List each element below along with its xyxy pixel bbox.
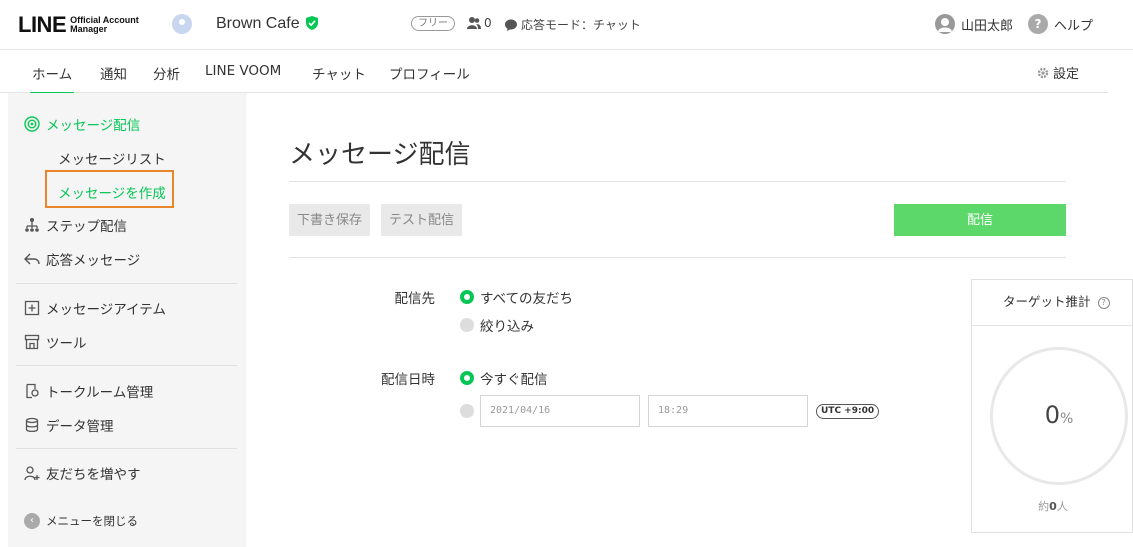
- radio-all-friends[interactable]: すべての友だち: [460, 287, 573, 307]
- target-count: 約0人: [972, 498, 1133, 514]
- radio-checked[interactable]: [460, 290, 474, 304]
- shop-icon: [24, 334, 40, 350]
- tab-profile[interactable]: プロフィール: [389, 63, 470, 83]
- gear-icon: [1037, 67, 1049, 78]
- highlight-frame: [45, 170, 174, 208]
- logo-line-text: LINE: [18, 12, 67, 37]
- sidebar-item-add-friends[interactable]: 友だちを増やす: [24, 463, 141, 483]
- target-percent-value: 0: [1044, 401, 1060, 429]
- page-title: メッセージ配信: [289, 140, 471, 170]
- radio-checked[interactable]: [460, 371, 474, 385]
- target-estimate-header: ターゲット推計 ?: [972, 280, 1133, 326]
- close-menu-button[interactable]: ‹ メニューを閉じる: [24, 513, 138, 529]
- settings-link[interactable]: 設定: [1037, 63, 1079, 82]
- broadcast-icon: [24, 116, 40, 132]
- top-bar: LINE Official Account Manager Brown Cafe…: [0, 0, 1133, 50]
- sidebar-item-label: ステップ配信: [46, 219, 127, 235]
- help-question-icon: ?: [1028, 14, 1048, 34]
- radio-schedule[interactable]: [460, 404, 474, 418]
- tab-home[interactable]: ホーム: [30, 63, 75, 95]
- datetime-label: 配信日時: [381, 372, 435, 388]
- sidebar-divider: [16, 283, 237, 284]
- tab-analytics[interactable]: 分析: [153, 63, 180, 83]
- target-count-prefix: 約: [1038, 500, 1050, 513]
- step-tree-icon: [25, 218, 39, 232]
- target-count-value: 0: [1049, 500, 1057, 513]
- response-mode-label: 応答モード：チャット: [521, 18, 641, 32]
- user-name: 山田太郎: [961, 18, 1014, 34]
- account-avatar[interactable]: [172, 14, 192, 34]
- add-friend-icon: [24, 466, 40, 481]
- add-box-icon: [24, 300, 40, 316]
- radio-label: すべての友だち: [480, 291, 574, 307]
- sidebar-item-label: 友だちを増やす: [46, 467, 141, 483]
- talkroom-icon: [26, 383, 39, 399]
- target-percent: 0%: [993, 401, 1125, 429]
- verified-shield-icon: [306, 16, 318, 30]
- sidebar-item-tools[interactable]: ツール: [24, 332, 87, 352]
- sidebar-divider: [16, 365, 237, 366]
- sidebar-sub-message-list[interactable]: メッセージリスト: [58, 148, 166, 168]
- sidebar-item-talkroom[interactable]: トークルーム管理: [24, 381, 153, 401]
- logo-sub-line-2: Manager: [70, 24, 108, 34]
- target-estimate-title: ターゲット推計: [1003, 294, 1091, 309]
- sidebar-item-message-items[interactable]: メッセージアイテム: [24, 298, 166, 318]
- user-menu[interactable]: 山田太郎: [935, 14, 1013, 34]
- tab-line-voom[interactable]: LINE VOOM: [205, 63, 281, 79]
- test-send-button[interactable]: テスト配信: [381, 204, 463, 236]
- target-count-unit: 人: [1056, 500, 1068, 513]
- recipient-label: 配信先: [394, 291, 436, 307]
- sidebar: メッセージ配信 メッセージリスト メッセージを作成 ステップ配信 応答メッセージ…: [8, 93, 246, 547]
- target-percent-unit: %: [1059, 411, 1074, 427]
- target-gauge: 0%: [990, 347, 1128, 485]
- timezone-badge: UTC +9:00: [816, 404, 880, 419]
- friends-count: 0: [467, 16, 492, 30]
- sidebar-item-step[interactable]: ステップ配信: [24, 215, 127, 235]
- date-input[interactable]: 2021/04/16: [480, 395, 640, 427]
- sidebar-divider: [16, 448, 237, 449]
- main-nav: ホーム 通知 分析 LINE VOOM チャット プロフィール 設定: [0, 51, 1108, 95]
- send-button[interactable]: 配信: [894, 204, 1066, 236]
- close-menu-label: メニューを閉じる: [46, 514, 138, 528]
- chat-bubble-icon: [505, 19, 517, 31]
- account-name[interactable]: Brown Cafe: [216, 15, 300, 33]
- sidebar-item-auto-reply[interactable]: 応答メッセージ: [24, 249, 140, 269]
- sidebar-item-label: 応答メッセージ: [46, 253, 141, 269]
- radio-filter[interactable]: 絞り込み: [460, 315, 534, 335]
- section-divider: [289, 257, 1066, 258]
- tab-notifications[interactable]: 通知: [100, 63, 127, 83]
- sidebar-item-label: データ管理: [46, 419, 114, 435]
- time-input[interactable]: 18:29: [648, 395, 808, 427]
- sidebar-item-data[interactable]: データ管理: [24, 415, 114, 435]
- chevron-left-icon: ‹: [24, 513, 40, 529]
- sidebar-item-label: トークルーム管理: [46, 385, 154, 401]
- line-oa-logo[interactable]: LINE Official Account Manager: [18, 12, 139, 38]
- radio-unchecked[interactable]: [460, 404, 474, 418]
- sidebar-item-broadcast[interactable]: メッセージ配信: [24, 114, 140, 134]
- radio-label: 今すぐ配信: [480, 372, 548, 388]
- friends-count-value: 0: [484, 16, 492, 30]
- info-icon[interactable]: ?: [1097, 296, 1110, 309]
- radio-label: 絞り込み: [480, 319, 534, 335]
- logo-subtitle: Official Account Manager: [70, 16, 139, 34]
- user-avatar-icon: [935, 14, 955, 34]
- target-estimate-card: ターゲット推計 ? 0% 約0人: [971, 279, 1133, 533]
- plan-badge: フリー: [411, 16, 455, 31]
- response-mode[interactable]: 応答モード：チャット: [505, 16, 641, 33]
- sidebar-item-label: メッセージ配信: [46, 118, 141, 134]
- sidebar-item-label: メッセージアイテム: [46, 302, 166, 318]
- sidebar-item-label: ツール: [46, 336, 87, 352]
- friends-icon: [467, 17, 481, 29]
- database-icon: [25, 417, 39, 433]
- radio-send-now[interactable]: 今すぐ配信: [460, 368, 548, 388]
- save-draft-button[interactable]: 下書き保存: [289, 204, 371, 236]
- help-link[interactable]: ? ヘルプ: [1028, 14, 1093, 34]
- reply-arrow-icon: [24, 253, 40, 265]
- help-label: ヘルプ: [1054, 18, 1094, 34]
- tab-chat[interactable]: チャット: [312, 63, 366, 83]
- radio-unchecked[interactable]: [460, 318, 474, 332]
- title-divider: [289, 181, 1066, 182]
- settings-label: 設定: [1053, 67, 1080, 82]
